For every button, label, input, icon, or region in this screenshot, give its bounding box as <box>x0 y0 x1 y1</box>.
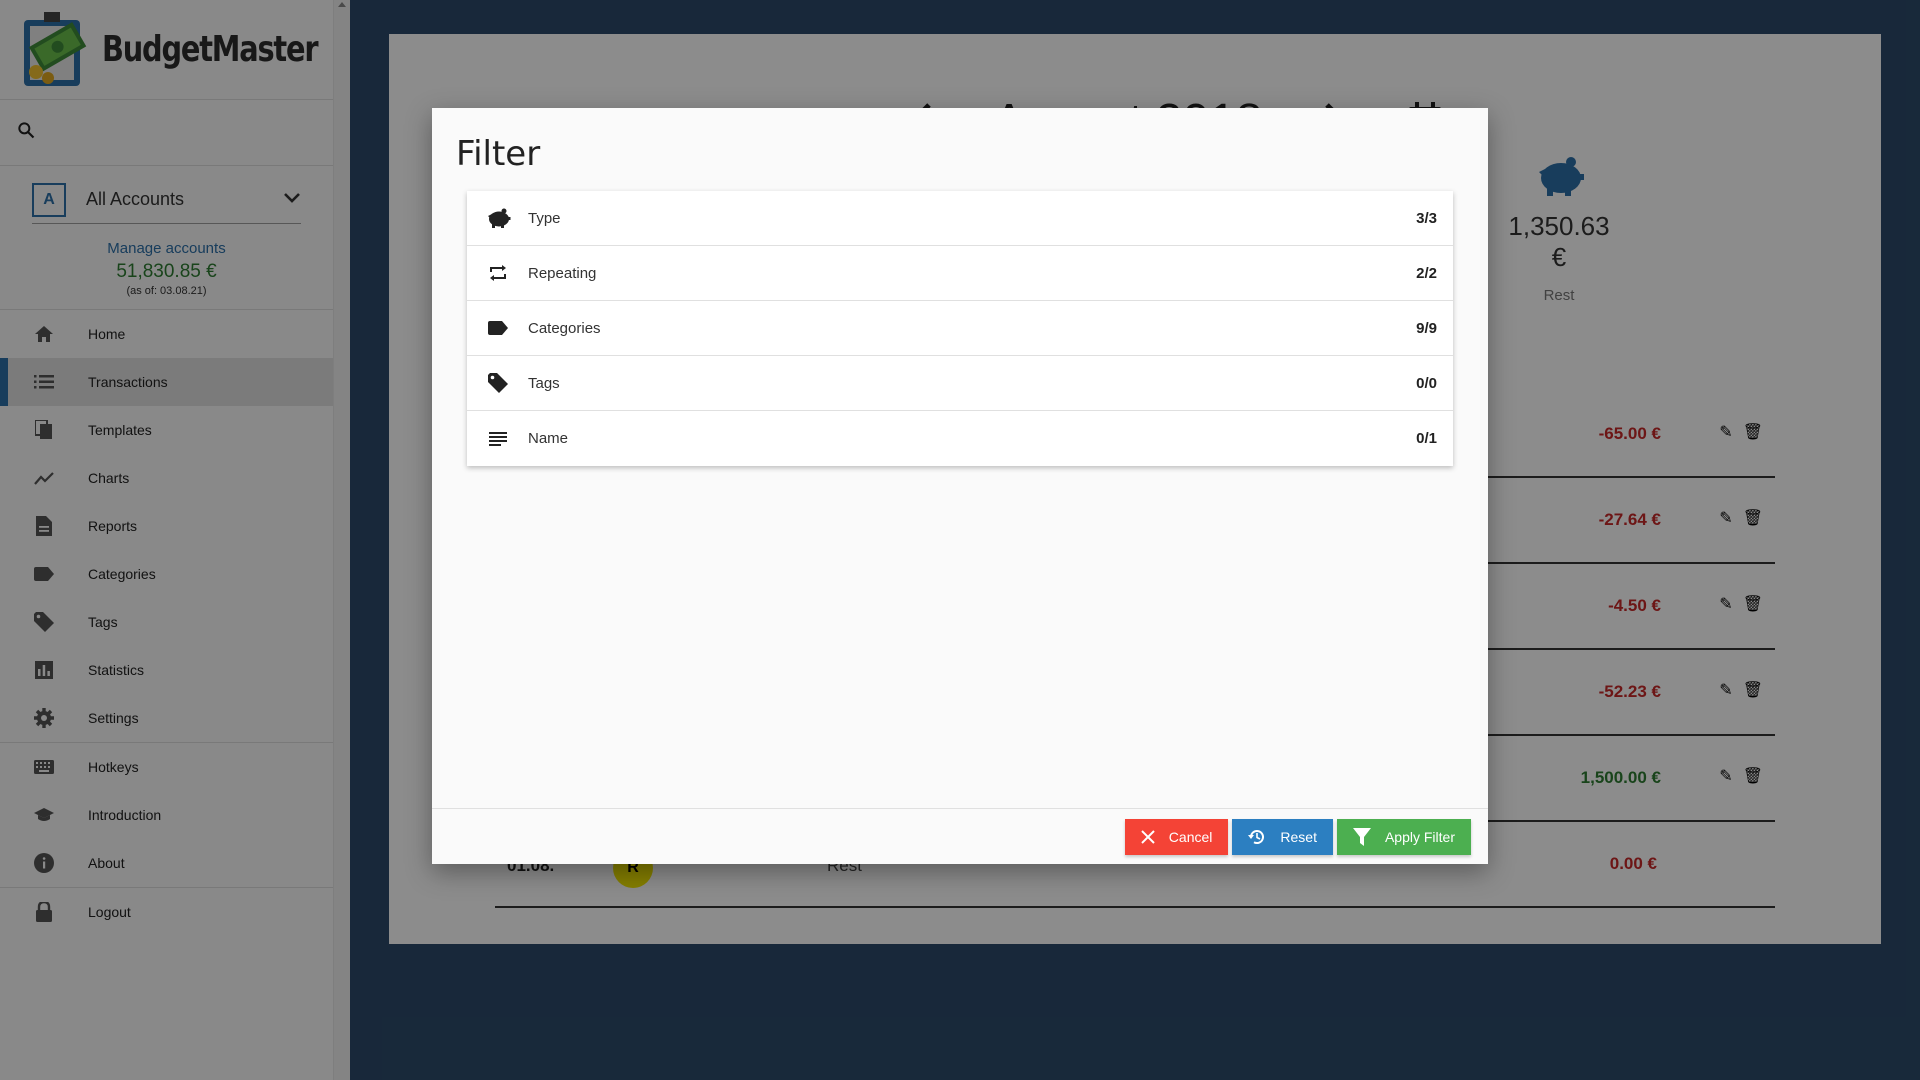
filter-item-name[interactable]: Name 0/1 <box>467 411 1453 466</box>
notes-icon <box>485 426 511 452</box>
filter-label: Name <box>528 430 569 447</box>
reset-button[interactable]: Reset <box>1232 818 1333 855</box>
filter-item-tags[interactable]: Tags 0/0 <box>467 356 1453 411</box>
filter-count: 3/3 <box>1416 209 1437 227</box>
restore-icon <box>1248 828 1266 846</box>
cancel-button[interactable]: Cancel <box>1124 818 1229 855</box>
filter-count: 0/1 <box>1416 430 1437 447</box>
modal-title: Filter <box>456 134 541 174</box>
filter-label: Tags <box>528 374 560 392</box>
filter-count: 9/9 <box>1416 319 1437 337</box>
filter-label: Type <box>528 209 561 227</box>
piggy-bank-icon <box>485 205 511 231</box>
filter-label: Categories <box>528 319 601 337</box>
filter-count: 2/2 <box>1416 264 1437 282</box>
filter-label: Repeating <box>528 264 597 282</box>
filter-count: 0/0 <box>1416 374 1437 392</box>
apply-filter-label: Apply Filter <box>1384 828 1455 845</box>
cancel-label: Cancel <box>1168 828 1213 845</box>
modal-footer: Cancel Reset Apply Filter <box>432 808 1488 864</box>
filter-modal: Filter Type 3/3 Repeating 2/2 Categories… <box>432 108 1488 864</box>
filter-item-type[interactable]: Type 3/3 <box>467 191 1453 246</box>
reset-label: Reset <box>1280 828 1317 845</box>
filter-icon <box>1352 827 1371 846</box>
label-icon <box>485 315 511 341</box>
local-offer-icon <box>485 370 511 396</box>
filter-item-repeating[interactable]: Repeating 2/2 <box>467 246 1453 301</box>
repeat-icon <box>485 260 511 286</box>
filter-list: Type 3/3 Repeating 2/2 Categories 9/9 Ta… <box>467 191 1453 466</box>
close-icon <box>1141 829 1155 844</box>
apply-filter-button[interactable]: Apply Filter <box>1336 818 1471 855</box>
filter-item-categories[interactable]: Categories 9/9 <box>467 301 1453 356</box>
